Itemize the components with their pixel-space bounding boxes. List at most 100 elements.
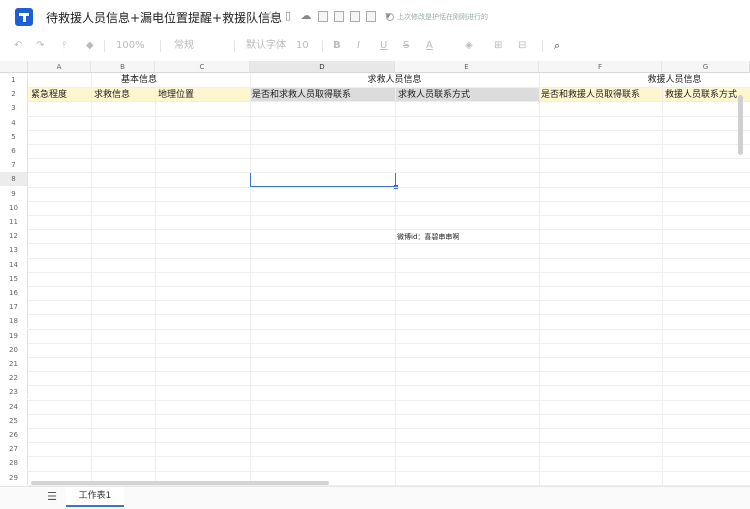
row-header-6[interactable]: 6 <box>0 144 28 158</box>
style-select[interactable]: 常规 <box>174 40 194 52</box>
row-header-25[interactable]: 25 <box>0 413 28 428</box>
border-icon[interactable]: ⊞ <box>494 40 502 52</box>
title-bar: 待救援人员信息+漏电位置提醒+救援队信息 ☆ ▯ ☁ ▾ 上次修改是护恬在刚刚进… <box>0 0 750 34</box>
box-icon[interactable] <box>334 10 344 22</box>
font-color-button[interactable]: A <box>426 40 433 52</box>
cell-d2[interactable]: 是否和求救人员取得联系 <box>252 88 395 102</box>
row-header-2[interactable]: 2 <box>0 87 28 102</box>
divider <box>542 40 543 52</box>
row-header-4[interactable]: 4 <box>0 115 28 130</box>
gridline <box>28 328 750 330</box>
spreadsheet-grid[interactable]: A B C D E F G 基本信息 求救人员信息 救援人员信息 紧急程度 求救… <box>0 61 750 486</box>
cell-e2[interactable]: 求救人员联系方式 <box>398 88 539 102</box>
redo-icon[interactable]: ↷ <box>36 40 44 52</box>
row-header-22[interactable]: 22 <box>0 371 28 386</box>
column-header-c[interactable]: C <box>155 61 250 73</box>
column-header-e[interactable]: E <box>395 61 539 73</box>
cell-rescuer-info[interactable]: 救援人员信息 <box>539 73 750 87</box>
gridline <box>28 399 750 401</box>
column-header-b[interactable]: B <box>91 61 155 73</box>
strikethrough-button[interactable]: S <box>403 40 409 52</box>
gridline <box>28 286 750 287</box>
row-header-1[interactable]: 1 <box>0 73 28 87</box>
cloud-icon[interactable]: ☁ <box>300 10 312 22</box>
row-header-20[interactable]: 20 <box>0 342 28 357</box>
gridline <box>28 115 750 117</box>
row-header-9[interactable]: 9 <box>0 186 28 201</box>
doc-icon[interactable]: ▯ <box>282 10 294 22</box>
cell-basic-info[interactable]: 基本信息 <box>28 73 250 87</box>
gridline <box>539 73 540 486</box>
bold-button[interactable]: B <box>333 40 341 52</box>
cell-seeker-info[interactable]: 求救人员信息 <box>250 73 539 87</box>
select-all-corner[interactable] <box>0 61 28 73</box>
row-header-8[interactable]: 8 <box>0 172 28 187</box>
font-size-select[interactable]: 10 <box>296 40 309 52</box>
box-icon[interactable] <box>318 10 328 22</box>
row-header-19[interactable]: 19 <box>0 328 28 343</box>
gridline <box>91 73 92 486</box>
box-icon[interactable] <box>350 10 360 22</box>
cell-e12[interactable]: 微博id：喜碧串串啊 <box>397 230 538 244</box>
row-header-27[interactable]: 27 <box>0 442 28 457</box>
row-header-5[interactable]: 5 <box>0 129 28 144</box>
row-header-11[interactable]: 11 <box>0 215 28 229</box>
underline-button[interactable]: U <box>380 40 387 52</box>
gridline <box>28 172 750 174</box>
selected-cell-d8[interactable] <box>250 172 396 187</box>
tab-sheet1[interactable]: 工作表1 <box>66 487 124 507</box>
row-header-15[interactable]: 15 <box>0 271 28 286</box>
merge-icon[interactable]: ⊟ <box>518 40 526 52</box>
cell-a2[interactable]: 紧急程度 <box>31 88 91 102</box>
gridline <box>28 300 750 302</box>
save-status-text: 上次修改是护恬在刚刚进行的 <box>397 13 488 21</box>
check-circle-icon <box>386 13 394 21</box>
fill-color-icon[interactable]: ◈ <box>465 40 473 52</box>
row-header-7[interactable]: 7 <box>0 158 28 173</box>
undo-icon[interactable]: ↶ <box>14 40 22 52</box>
gridline <box>28 385 750 387</box>
gridline <box>28 442 750 444</box>
row-header-10[interactable]: 10 <box>0 200 28 215</box>
horizontal-scrollbar[interactable] <box>31 481 329 485</box>
row-header-12[interactable]: 12 <box>0 229 28 244</box>
row-header-29[interactable]: 29 <box>0 470 28 485</box>
row-header-3[interactable]: 3 <box>0 101 28 116</box>
gridline <box>28 229 750 231</box>
layers-icon[interactable]: ☰ <box>46 491 58 503</box>
vertical-scrollbar[interactable] <box>738 95 743 155</box>
row-header-14[interactable]: 14 <box>0 257 28 272</box>
box-icon[interactable] <box>366 10 376 22</box>
gridline <box>28 87 750 89</box>
font-select[interactable]: 默认字体 <box>246 40 286 52</box>
row-header-17[interactable]: 17 <box>0 300 28 315</box>
column-header-g[interactable]: G <box>662 61 750 73</box>
italic-button[interactable]: I <box>357 40 360 52</box>
row-header-23[interactable]: 23 <box>0 385 28 400</box>
gridline <box>28 456 750 458</box>
zoom-select[interactable]: 100% <box>116 40 145 52</box>
row-header-26[interactable]: 26 <box>0 428 28 442</box>
format-painter-icon[interactable]: ⫯ <box>62 40 66 52</box>
column-header-a[interactable]: A <box>28 61 91 73</box>
document-title[interactable]: 待救援人员信息+漏电位置提醒+救援队信息 <box>46 9 282 26</box>
divider <box>234 40 235 52</box>
column-header-d[interactable]: D <box>250 61 395 73</box>
gridline <box>662 73 663 486</box>
row-header-28[interactable]: 28 <box>0 456 28 471</box>
gridline <box>28 101 750 103</box>
cell-b2[interactable]: 求救信息 <box>94 88 155 102</box>
row-header-16[interactable]: 16 <box>0 286 28 300</box>
gridline <box>28 243 750 245</box>
star-icon[interactable]: ☆ <box>264 10 276 22</box>
cell-f2[interactable]: 是否和救援人员取得联系 <box>541 88 662 102</box>
column-header-f[interactable]: F <box>539 61 662 73</box>
clear-format-icon[interactable]: ◆ <box>86 40 94 52</box>
search-icon[interactable]: ⌕ <box>554 40 560 52</box>
row-header-18[interactable]: 18 <box>0 314 28 329</box>
title-icons: ☆ ▯ ☁ ▾ <box>264 10 394 22</box>
row-header-24[interactable]: 24 <box>0 399 28 414</box>
row-header-13[interactable]: 13 <box>0 243 28 258</box>
row-header-21[interactable]: 21 <box>0 357 28 371</box>
cell-c2[interactable]: 地理位置 <box>158 88 250 102</box>
